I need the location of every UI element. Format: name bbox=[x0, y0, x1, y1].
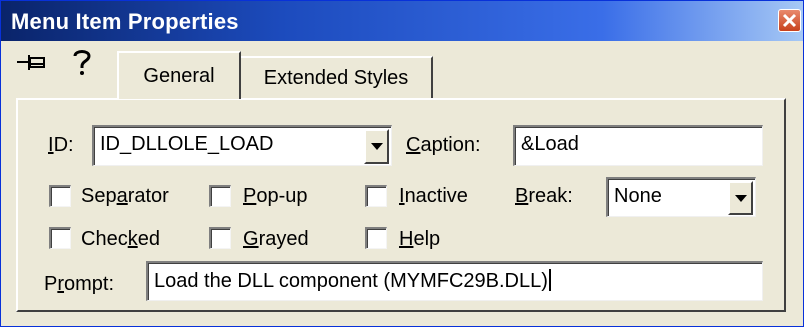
window-title: Menu Item Properties bbox=[11, 9, 239, 34]
title-bar[interactable]: Menu Item Properties bbox=[1, 1, 803, 41]
help-icon[interactable] bbox=[71, 48, 93, 81]
tab-general[interactable]: General bbox=[117, 51, 241, 99]
menu-item-properties-dialog: Menu Item Properties General Extended St… bbox=[0, 0, 804, 327]
pin-icon[interactable] bbox=[16, 51, 50, 78]
general-tab-panel bbox=[16, 98, 786, 312]
tab-extended-styles[interactable]: Extended Styles bbox=[241, 56, 433, 99]
tab-general-label: General bbox=[143, 64, 215, 87]
close-icon bbox=[782, 13, 797, 28]
tab-extended-styles-label: Extended Styles bbox=[263, 67, 409, 89]
close-button[interactable] bbox=[778, 9, 801, 32]
